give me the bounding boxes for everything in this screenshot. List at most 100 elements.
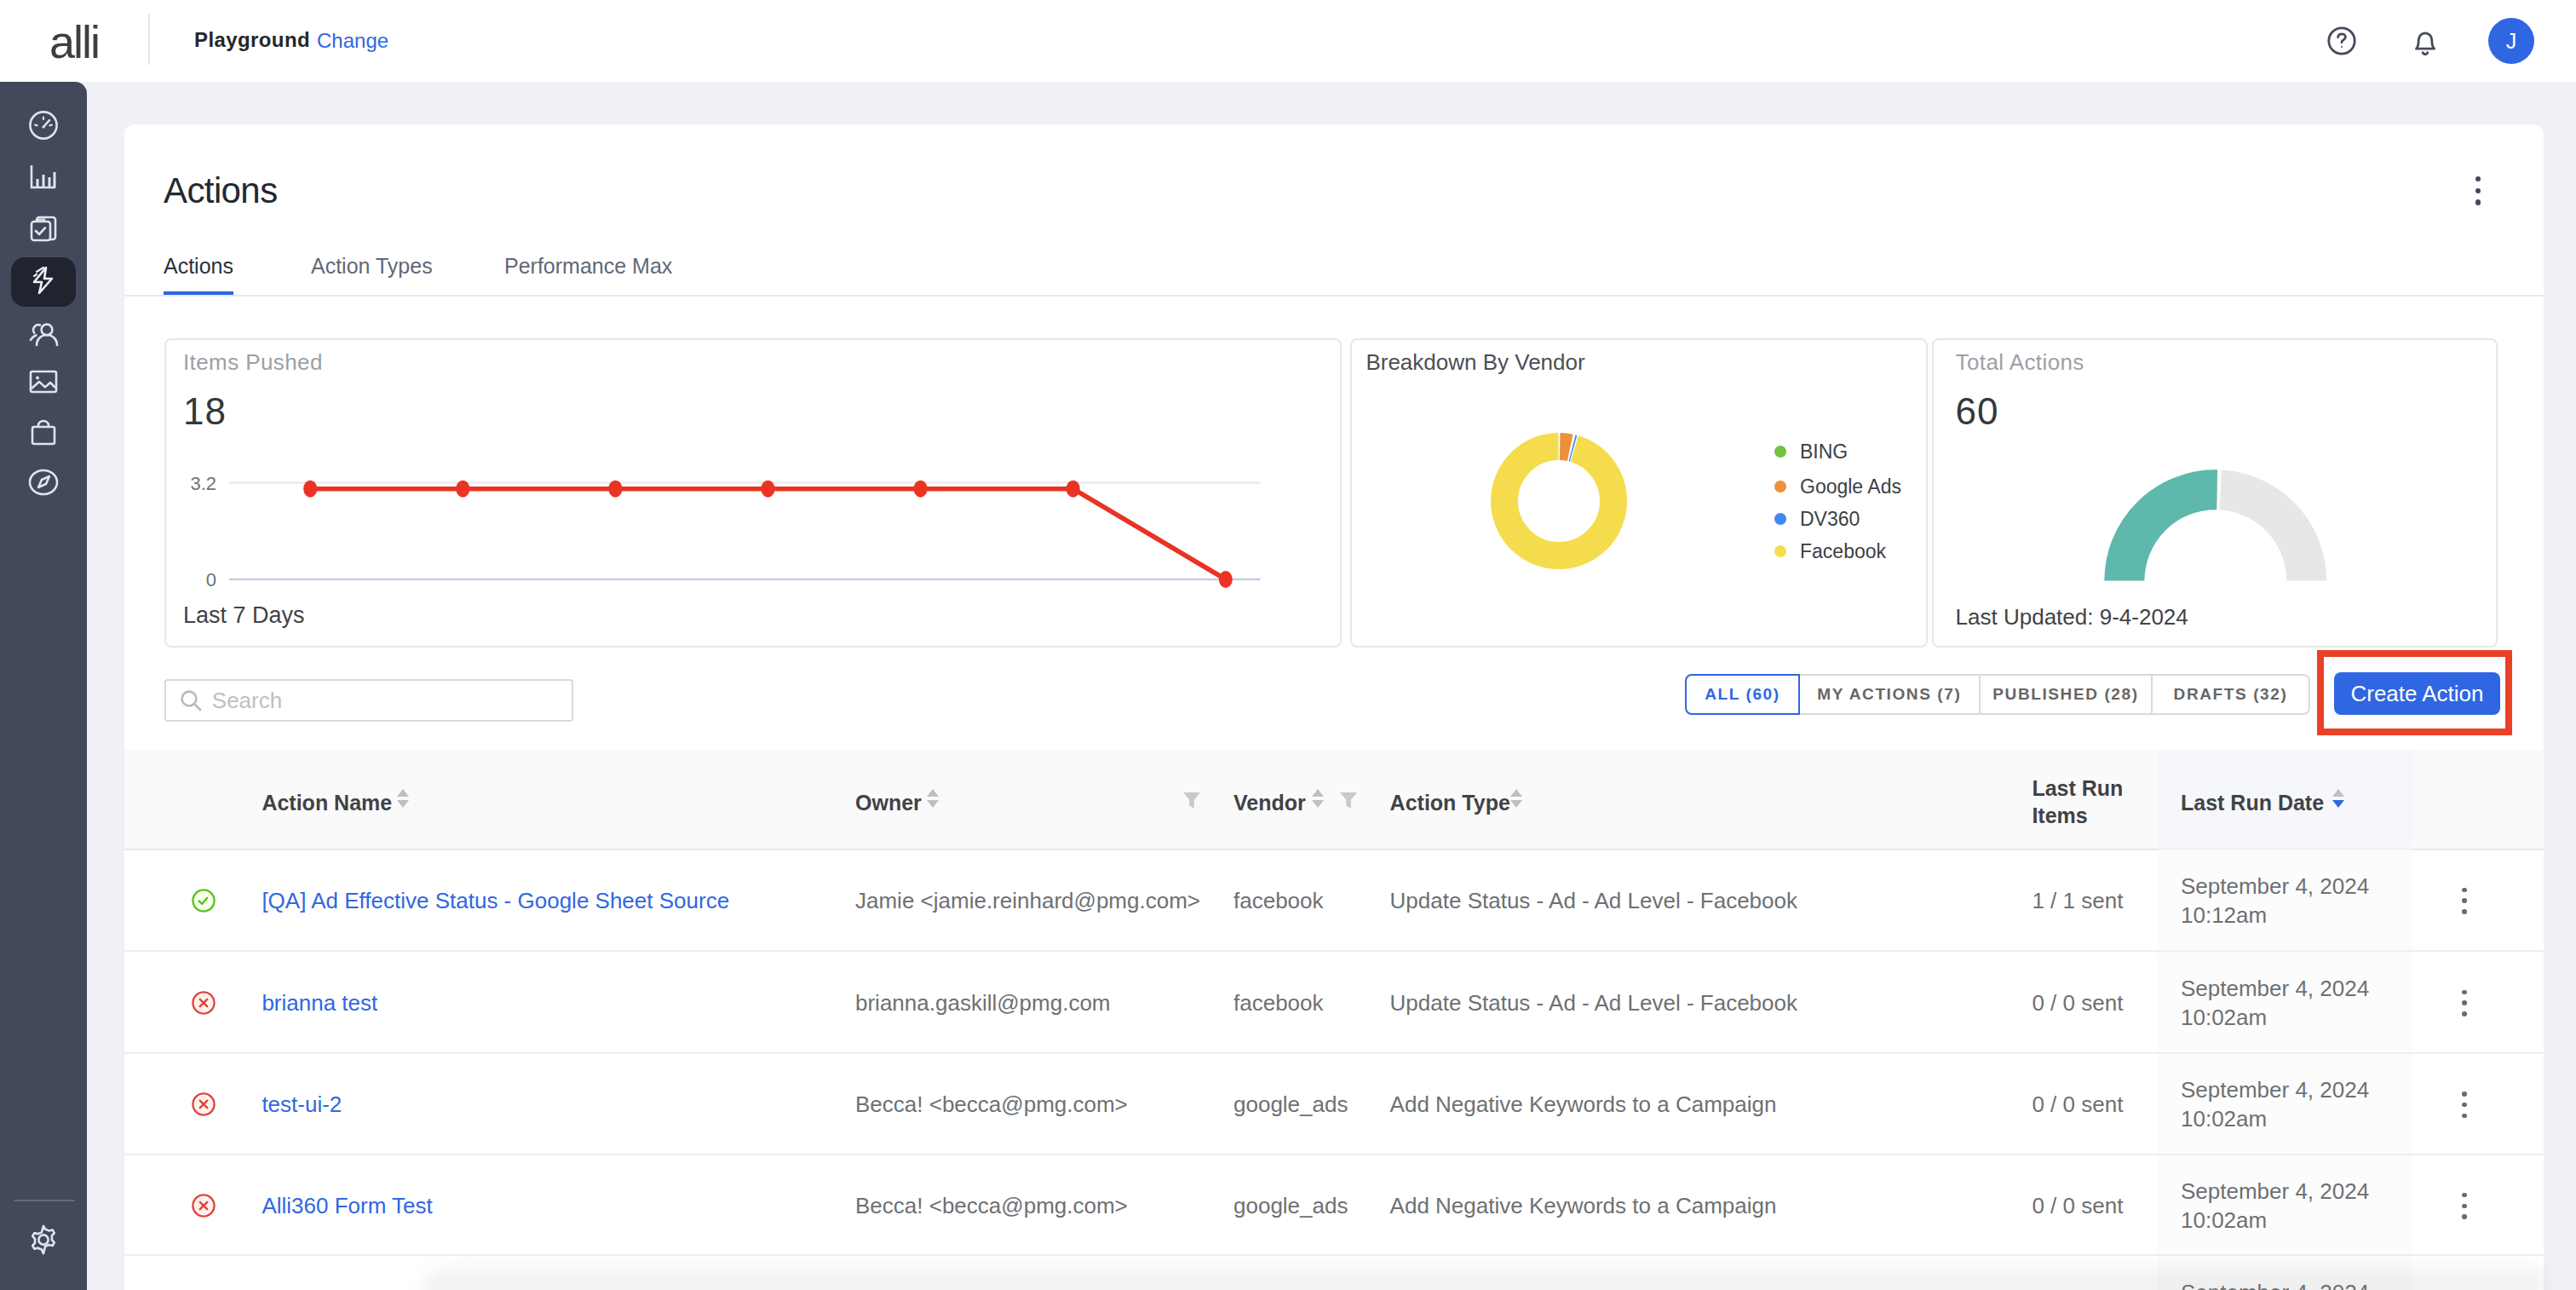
filter-published-28-[interactable]: PUBLISHED (28) (1981, 674, 2153, 715)
legend-item: Google Ads (1774, 475, 1901, 498)
legend-label: DV360 (1800, 508, 1860, 531)
sidebar-item-audiences[interactable] (0, 317, 87, 349)
vendor-cell: google_ads (1233, 1091, 1348, 1118)
bag-icon (28, 418, 59, 448)
vendor-cell: facebook (1233, 990, 1324, 1016)
sort-owner[interactable] (927, 789, 939, 808)
filter-my-actions-7-[interactable]: MY ACTIONS (7) (1800, 674, 1981, 715)
sort-vendor[interactable] (1312, 789, 1324, 808)
items-cell: 0 / 0 sent (2032, 990, 2123, 1016)
total-actions-gauge (2101, 465, 2331, 585)
owner-cell: Becca! <becca@pmg.com> (855, 1091, 1128, 1118)
sort-last-run-date[interactable] (2332, 789, 2344, 808)
row-kebab-menu[interactable] (2462, 990, 2467, 1016)
bottom-shadow (423, 1263, 2544, 1290)
sidebar-item-actions[interactable] (0, 265, 87, 296)
sidebar-divider (14, 1200, 75, 1201)
gear-icon (26, 1222, 61, 1258)
owner-cell: Jamie <jamie.reinhard@pmg.com> (855, 888, 1200, 914)
search-input[interactable]: Search (164, 679, 573, 722)
vendor-donut-chart (1491, 433, 1627, 569)
items-cell: 0 / 0 sent (2032, 1193, 2123, 1219)
error-icon (192, 1194, 216, 1218)
action-type-cell: Add Negative Keywords to a Campaign (1390, 1091, 1777, 1118)
legend-dot (1774, 513, 1786, 525)
action-name-link[interactable]: brianna test (262, 990, 377, 1016)
change-workspace-link[interactable]: Change (317, 29, 388, 53)
sidebar-item-reports[interactable] (0, 160, 87, 193)
legend-item: BING (1774, 440, 1848, 464)
notifications-icon[interactable] (2411, 26, 2440, 56)
search-icon (180, 689, 202, 711)
sidebar-item-settings[interactable] (0, 1222, 87, 1258)
sidebar-item-insights[interactable] (0, 465, 87, 499)
error-icon (192, 1092, 216, 1116)
col-vendor[interactable]: Vendor (1233, 789, 1306, 816)
logo[interactable]: alli (49, 15, 99, 68)
total-actions-label: Total Actions (1956, 349, 2084, 376)
speedometer-icon (27, 109, 60, 141)
action-name-link[interactable]: [QA] Ad Effective Status - Google Sheet … (262, 888, 729, 914)
sort-action-type[interactable] (1510, 789, 1522, 808)
tab-performance-max[interactable]: Performance Max (504, 254, 672, 279)
col-last-run-date[interactable]: Last Run Date (2181, 789, 2324, 816)
vendor-breakdown-title: Breakdown By Vendor (1366, 349, 1584, 376)
help-icon[interactable] (2327, 26, 2356, 55)
clipboard-icon (26, 211, 60, 245)
legend-dot (1774, 481, 1786, 492)
total-actions-value: 60 (1956, 390, 1999, 433)
people-icon (27, 317, 60, 349)
total-actions-footer: Last Updated: 9-4-2024 (1956, 604, 2188, 631)
avatar-initial: J (2506, 29, 2517, 53)
date-cell: September 4, 202410:12am (2181, 872, 2369, 930)
owner-cell: Becca! <becca@pmg.com> (855, 1193, 1128, 1219)
date-cell: September 4, 202410:02am (2181, 974, 2369, 1032)
legend-dot (1774, 545, 1786, 557)
col-action-name[interactable]: Action Name (262, 789, 392, 816)
search-placeholder: Search (212, 688, 282, 714)
vendor-cell: google_ads (1233, 1193, 1348, 1219)
action-name-link[interactable]: Alli360 Form Test (262, 1193, 432, 1219)
items-cell: 1 / 1 sent (2032, 888, 2123, 914)
col-action-type[interactable]: Action Type (1390, 789, 1510, 816)
avatar[interactable]: J (2488, 18, 2534, 64)
row-kebab-menu[interactable] (2462, 888, 2467, 914)
active-tab-underline (164, 291, 233, 295)
sidebar-item-tasks[interactable] (0, 211, 87, 245)
page-kebab-menu[interactable] (2475, 176, 2481, 205)
col-last-run-items: Last RunItems (2032, 775, 2123, 829)
filter-owner-icon[interactable] (1182, 792, 1201, 810)
sidebar-item-media[interactable] (0, 366, 87, 397)
sidebar-item-dashboard[interactable] (0, 109, 87, 141)
legend-label: BING (1800, 441, 1848, 464)
row-kebab-menu[interactable] (2462, 1193, 2467, 1219)
sort-action-name[interactable] (397, 789, 409, 808)
date-cell: September 4, 202410:02am (2181, 1177, 2369, 1235)
error-icon (192, 991, 216, 1015)
legend-label: Google Ads (1800, 475, 1901, 498)
filter-vendor-icon[interactable] (1339, 792, 1358, 810)
legend-dot (1774, 446, 1786, 458)
tabs-border (124, 295, 2544, 297)
legend-item: DV360 (1774, 507, 1860, 531)
image-icon (27, 366, 60, 397)
success-icon (192, 889, 216, 913)
filter-drafts-32-[interactable]: DRAFTS (32) (2153, 674, 2310, 715)
tab-action-types[interactable]: Action Types (311, 254, 433, 279)
tab-actions[interactable]: Actions (164, 254, 233, 279)
sidebar-item-shop[interactable] (0, 418, 87, 448)
action-type-cell: Update Status - Ad - Ad Level - Facebook (1390, 888, 1797, 914)
row-kebab-menu[interactable] (2462, 1091, 2467, 1118)
annotation-highlight (2317, 650, 2512, 735)
col-owner[interactable]: Owner (855, 789, 922, 816)
action-type-cell: Update Status - Ad - Ad Level - Facebook (1390, 990, 1797, 1016)
page-title: Actions (164, 170, 278, 211)
owner-cell: brianna.gaskill@pmg.com (855, 990, 1111, 1016)
lightning-icon (28, 265, 59, 296)
items-pushed-chart (164, 338, 1342, 648)
filter-all-60-[interactable]: ALL (60) (1685, 674, 1799, 715)
action-type-cell: Add Negative Keywords to a Campaign (1390, 1193, 1777, 1219)
action-name-link[interactable]: test-ui-2 (262, 1091, 342, 1118)
vendor-cell: facebook (1233, 888, 1324, 914)
legend-item: Facebook (1774, 539, 1886, 563)
